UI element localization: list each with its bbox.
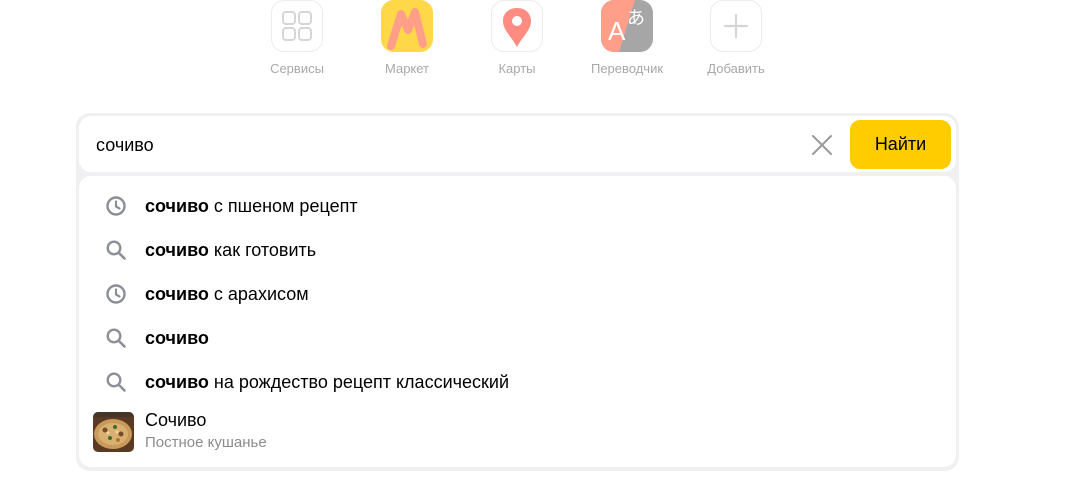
search-box: Найти сочиво с пшеном рецепт [76, 113, 959, 471]
search-button[interactable]: Найти [850, 120, 951, 169]
search-icon [105, 239, 127, 261]
map-pin-icon [491, 0, 543, 52]
fact-title: Сочиво [145, 410, 207, 430]
suggest-text: сочиво с арахисом [145, 284, 309, 304]
search-row: Найти [79, 116, 956, 172]
translate-icon: A あ [601, 0, 653, 52]
service-add[interactable]: Добавить [691, 0, 781, 76]
suggest-item[interactable]: сочиво с пшеном рецепт [79, 184, 956, 228]
clock-icon [105, 195, 127, 217]
suggest-text: сочиво на рождество рецепт классический [145, 372, 509, 392]
page: Сервисы Маркет Карты A あ Переводчик Доба… [0, 0, 1065, 489]
suggest-item[interactable]: сочиво с арахисом [79, 272, 956, 316]
clear-icon[interactable] [811, 134, 833, 156]
service-services[interactable]: Сервисы [252, 0, 342, 76]
translate-glyph-hiragana: あ [627, 8, 645, 29]
search-icon [105, 371, 127, 393]
service-market[interactable]: Маркет [362, 0, 452, 76]
search-input[interactable] [96, 133, 786, 157]
service-label: Переводчик [590, 61, 664, 76]
suggest-item[interactable]: сочиво [79, 316, 956, 360]
grid-icon [271, 0, 323, 52]
service-label: Добавить [707, 61, 765, 76]
suggest-list: сочиво с пшеном рецепт сочиво как готови… [79, 176, 956, 467]
fact-subtitle: Постное кушанье [145, 434, 267, 451]
search-icon [105, 327, 127, 349]
suggest-text: сочиво [145, 328, 209, 348]
services-bar: Сервисы Маркет Карты A あ Переводчик Доба… [0, 0, 1065, 90]
suggest-item[interactable]: сочиво на рождество рецепт классический [79, 360, 956, 404]
suggest-item[interactable]: сочиво как готовить [79, 228, 956, 272]
market-logo-icon [381, 0, 433, 52]
suggest-text: сочиво как готовить [145, 240, 317, 260]
suggest-text: сочиво с пшеном рецепт [145, 196, 358, 216]
service-label: Сервисы [270, 61, 324, 76]
service-label: Карты [498, 61, 536, 76]
dish-thumbnail [93, 412, 134, 452]
service-maps[interactable]: Карты [472, 0, 562, 76]
translate-glyph-a: A [608, 16, 626, 46]
plus-icon [710, 0, 762, 52]
service-label: Маркет [384, 61, 430, 76]
service-translate[interactable]: A あ Переводчик [582, 0, 672, 76]
fact-suggest-item[interactable]: Сочиво Постное кушанье [79, 402, 956, 460]
clock-icon [105, 283, 127, 305]
